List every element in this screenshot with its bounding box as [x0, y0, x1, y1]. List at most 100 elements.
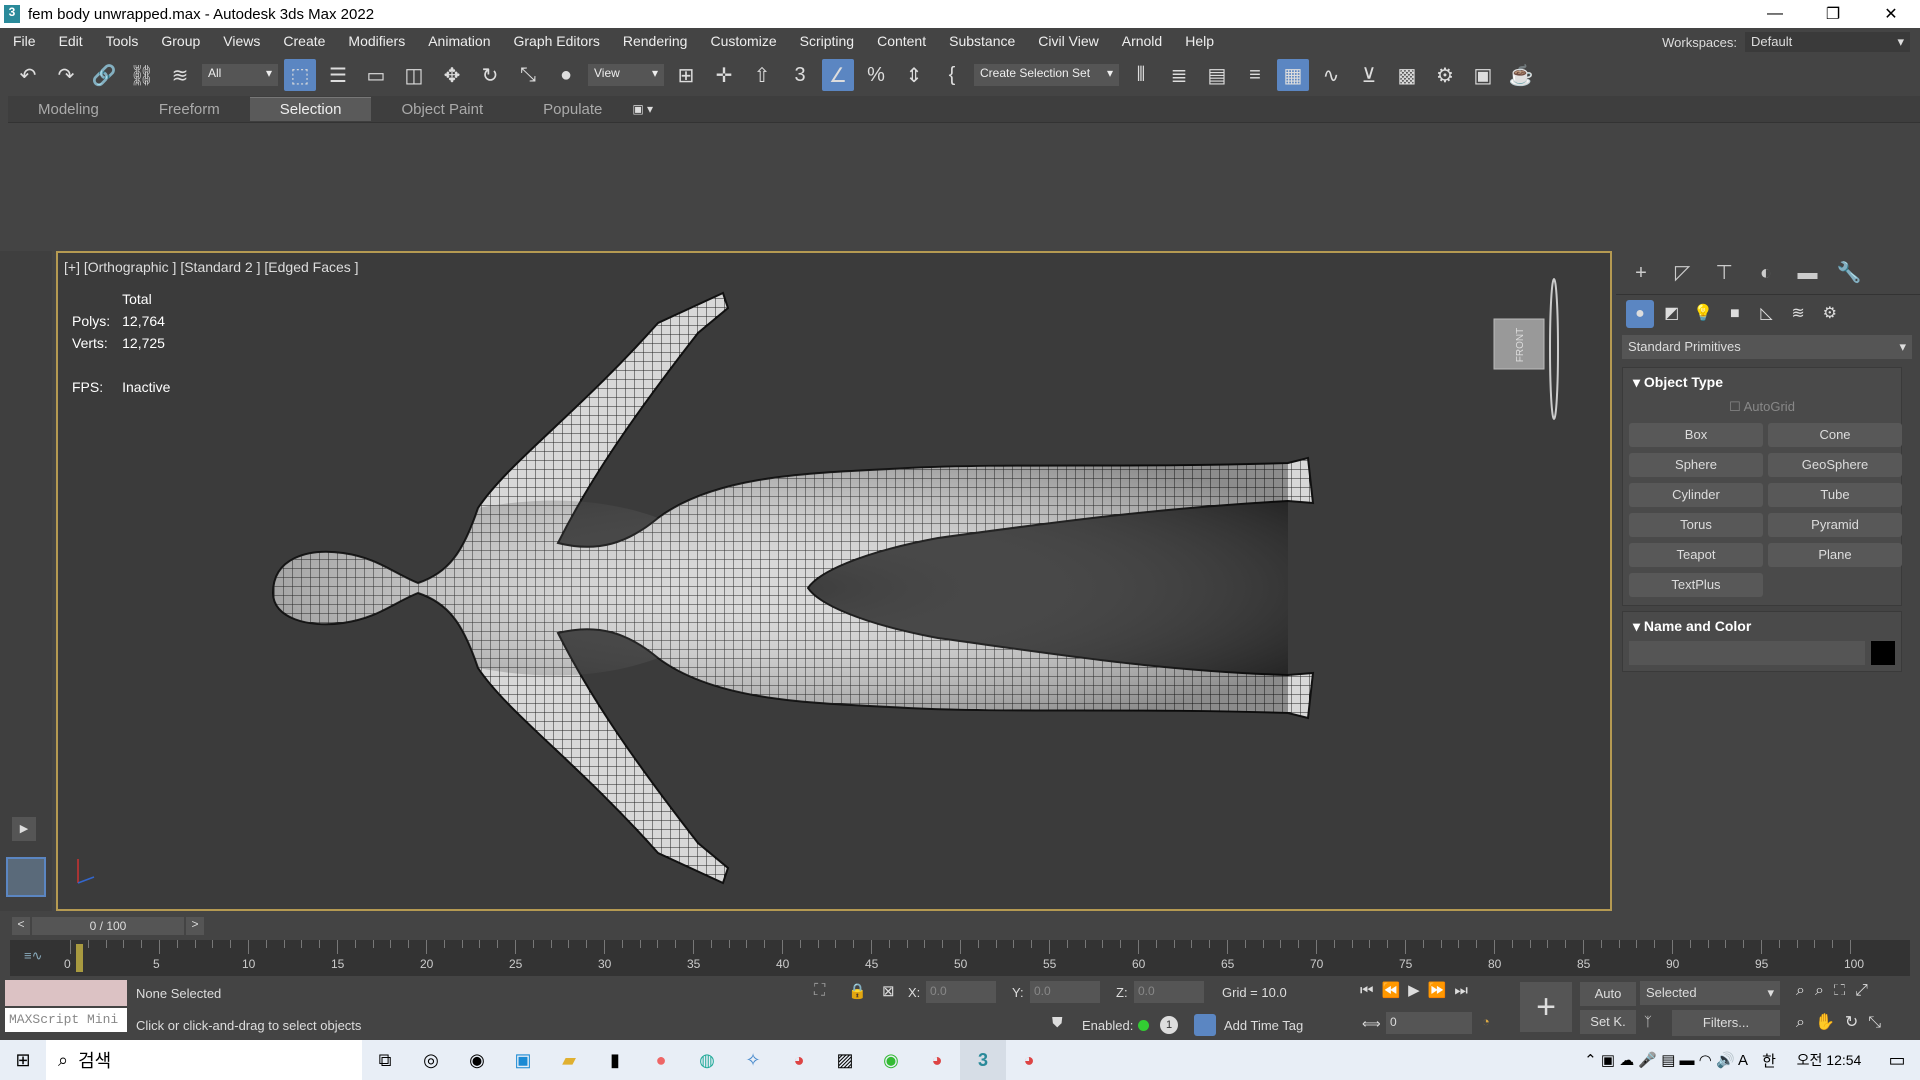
named-selection-set-dropdown[interactable]: Create Selection Set ▾: [974, 64, 1119, 86]
edit-named-selection-icon[interactable]: {: [936, 59, 968, 91]
pivot-center-icon[interactable]: ⊞: [670, 59, 702, 91]
system-tray-icons[interactable]: ⌃ ▣ ☁ 🎤 ▤ ▬ ◠ 🔊 A: [1578, 1040, 1754, 1080]
track-bar[interactable]: ≡∿ 0 5 10 15 20 25 30 35 40 45 50 55 60 65 70 75 80 85 90 9…: [10, 940, 1910, 976]
maxscript-mini-input[interactable]: MAXScript Mini: [5, 1008, 127, 1032]
snaps-toggle-icon[interactable]: 3: [784, 59, 816, 91]
tab-populate[interactable]: Populate: [513, 98, 632, 121]
select-by-name-icon[interactable]: ☰: [322, 59, 354, 91]
link-icon[interactable]: 🔗: [88, 59, 120, 91]
hierarchy-tab-icon[interactable]: ⊤: [1705, 255, 1743, 289]
render-icon[interactable]: ☕: [1505, 59, 1537, 91]
firefox-icon[interactable]: ●: [638, 1040, 684, 1080]
sphere-button[interactable]: Sphere: [1629, 453, 1763, 477]
move-icon[interactable]: ✥: [436, 59, 468, 91]
filters-button[interactable]: Filters...: [1672, 1010, 1780, 1036]
teapot-button[interactable]: Teapot: [1629, 543, 1763, 567]
geometry-icon[interactable]: ●: [1626, 300, 1654, 328]
lock-selection-icon[interactable]: 🔒: [848, 982, 867, 1000]
auto-key-button[interactable]: Auto: [1580, 982, 1636, 1006]
motion-tab-icon[interactable]: ◐: [1747, 256, 1785, 290]
menu-rendering[interactable]: Rendering: [610, 33, 698, 49]
notifications-icon[interactable]: ▭: [1874, 1040, 1920, 1080]
tube-button[interactable]: Tube: [1768, 483, 1902, 507]
place-icon[interactable]: ●: [550, 59, 582, 91]
keyboard-shortcut-override-icon[interactable]: ⇧: [746, 59, 778, 91]
menu-substance[interactable]: Substance: [936, 33, 1025, 49]
select-manipulate-icon[interactable]: ✛: [708, 59, 740, 91]
viewport-nav-bottom[interactable]: ⌕✋↻⤡: [1796, 1012, 1891, 1032]
time-config-arrows-icon[interactable]: ⟺: [1362, 1016, 1381, 1032]
object-color-swatch[interactable]: [1871, 641, 1895, 665]
viewcube[interactable]: FRONT: [1493, 278, 1559, 420]
menu-views[interactable]: Views: [210, 33, 270, 49]
pyramid-button[interactable]: Pyramid: [1768, 513, 1902, 537]
menu-scripting[interactable]: Scripting: [787, 33, 864, 49]
name-and-color-header[interactable]: ▾ Name and Color: [1623, 612, 1901, 641]
tab-object-paint[interactable]: Object Paint: [371, 98, 513, 121]
app-icon[interactable]: ◍: [684, 1040, 730, 1080]
body-mesh[interactable]: FRONT: [58, 253, 1610, 909]
chrome-icon[interactable]: ◕: [776, 1040, 822, 1080]
render-setup-icon[interactable]: ⚙: [1429, 59, 1461, 91]
create-tab-icon[interactable]: +: [1622, 256, 1660, 290]
app-icon[interactable]: ◉: [868, 1040, 914, 1080]
menu-graph-editors[interactable]: Graph Editors: [500, 33, 609, 49]
clock[interactable]: 오전 12:54: [1784, 1040, 1874, 1080]
scale-icon[interactable]: ⤡: [512, 59, 544, 91]
chrome-icon[interactable]: ◕: [914, 1040, 960, 1080]
rotate-icon[interactable]: ↻: [474, 59, 506, 91]
key-filter-dropdown[interactable]: Selected ▾: [1640, 981, 1780, 1005]
bind-space-warp-icon[interactable]: ≋: [164, 59, 196, 91]
ribbon-toggle-icon[interactable]: ▦: [1277, 59, 1309, 91]
curve-editor-mini-icon[interactable]: ≡∿: [24, 948, 42, 964]
schematic-view-icon[interactable]: ⊻: [1353, 59, 1385, 91]
menu-edit[interactable]: Edit: [46, 33, 93, 49]
object-type-header[interactable]: ▾ Object Type: [1623, 368, 1901, 397]
menu-customize[interactable]: Customize: [697, 33, 786, 49]
isolate-selection-icon[interactable]: ⛶: [814, 982, 825, 1000]
tab-freeform[interactable]: Freeform: [129, 98, 250, 121]
taskbar-search[interactable]: ⌕ 검색: [46, 1040, 362, 1080]
set-key-button[interactable]: Set K.: [1580, 1010, 1636, 1034]
app-icon[interactable]: ▮: [592, 1040, 638, 1080]
plane-button[interactable]: Plane: [1768, 543, 1902, 567]
align-icon[interactable]: ≣: [1163, 59, 1195, 91]
minimize-button[interactable]: —: [1746, 5, 1804, 23]
window-crossing-icon[interactable]: ◫: [398, 59, 430, 91]
y-coordinate-field[interactable]: 0.0: [1030, 981, 1100, 1003]
z-coordinate-field[interactable]: 0.0: [1134, 981, 1204, 1003]
current-frame-field[interactable]: 0: [1386, 1012, 1472, 1034]
task-view-icon[interactable]: ⧉: [362, 1040, 408, 1080]
cameras-icon[interactable]: ■: [1721, 300, 1749, 328]
maxscript-listener-output[interactable]: [5, 980, 127, 1006]
menu-arnold[interactable]: Arnold: [1109, 33, 1172, 49]
material-editor-icon[interactable]: ▩: [1391, 59, 1423, 91]
3ds-max-icon[interactable]: 3: [960, 1040, 1006, 1080]
next-frame-button[interactable]: >: [186, 917, 204, 935]
info-icon[interactable]: 1: [1160, 1016, 1178, 1034]
workspace-selector[interactable]: Workspaces: Default ▾: [1662, 32, 1910, 52]
time-slider[interactable]: 0 / 100: [32, 917, 184, 935]
rendered-frame-window-icon[interactable]: ▣: [1467, 59, 1499, 91]
expand-arrow-icon[interactable]: ▶: [12, 817, 36, 841]
curve-editor-icon[interactable]: ∿: [1315, 59, 1347, 91]
lights-icon[interactable]: 💡: [1689, 299, 1717, 327]
ime-indicator[interactable]: 한: [1754, 1040, 1784, 1080]
restore-button[interactable]: ❐: [1804, 4, 1862, 24]
set-key-big-button[interactable]: +: [1520, 982, 1572, 1032]
x-coordinate-field[interactable]: 0.0: [926, 981, 996, 1003]
menu-animation[interactable]: Animation: [415, 33, 500, 49]
torus-button[interactable]: Torus: [1629, 513, 1763, 537]
time-tag-icon[interactable]: [1194, 1014, 1216, 1036]
scene-explorer-icon[interactable]: ▤: [1201, 59, 1233, 91]
close-button[interactable]: ✕: [1862, 4, 1920, 24]
undo-icon[interactable]: ↶: [12, 59, 44, 91]
percent-snap-icon[interactable]: %: [860, 59, 892, 91]
menu-group[interactable]: Group: [148, 33, 210, 49]
space-warps-icon[interactable]: ≋: [1784, 299, 1812, 327]
key-mode-icon[interactable]: ᛉ: [1644, 1014, 1652, 1029]
menu-file[interactable]: File: [0, 33, 46, 49]
textplus-button[interactable]: TextPlus: [1629, 573, 1763, 597]
systems-icon[interactable]: ⚙: [1816, 299, 1844, 327]
app-icon[interactable]: ◎: [408, 1040, 454, 1080]
